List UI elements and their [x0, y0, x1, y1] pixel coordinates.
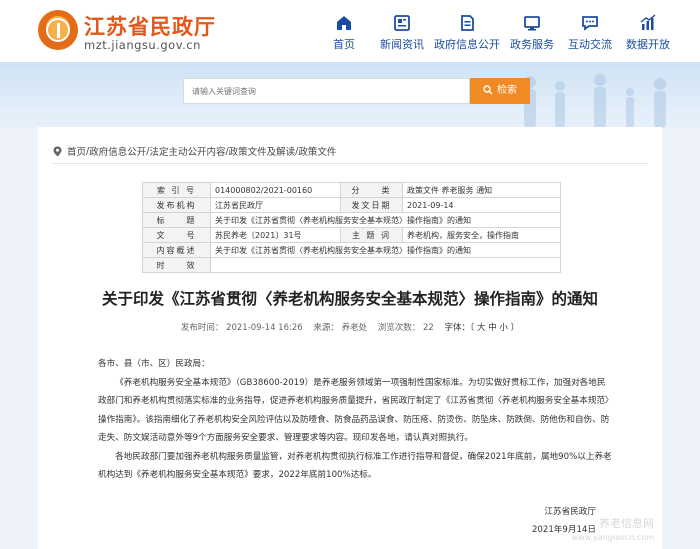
- meta-label: 分 类: [340, 182, 403, 198]
- meta-value-keywords: 养老机构，服务安全，操作指南: [402, 227, 561, 243]
- meta-label: 文 号: [142, 227, 211, 243]
- table-row: 标 题 关于印发《江苏省贯彻〈养老机构服务安全基本规范〉操作指南》的通知: [142, 212, 561, 228]
- article-paragraph: 各地民政部门要加强养老机构服务质量监管，对养老机构贯彻执行标准工作进行指导和督促…: [98, 451, 612, 481]
- nav-item-open-data[interactable]: 数据开放: [619, 14, 677, 52]
- signature-org: 江苏省民政厅: [544, 507, 596, 517]
- search-icon: [483, 85, 493, 95]
- meta-value-docno: 苏民养老〔2021〕31号: [210, 227, 341, 243]
- meta-label: 索 引 号: [142, 182, 211, 198]
- home-icon: [337, 16, 351, 30]
- site-title[interactable]: 江苏省民政厅: [84, 11, 216, 41]
- table-row: 文 号 苏民养老〔2021〕31号 主 题 词 养老机构，服务安全，操作指南: [142, 227, 561, 243]
- font-size-label: 字体：〔 大 中 小 〕: [444, 323, 520, 333]
- meta-value-summary: 关于印发《江苏省贯彻〈养老机构服务安全基本规范〉操作指南》的通知: [210, 242, 561, 258]
- document-icon: [461, 15, 474, 31]
- document-metadata-table: 索 引 号 014000802/2021-00160 分 类 政策文件 养老服务…: [142, 182, 561, 273]
- nav-item-home[interactable]: 首页: [315, 14, 373, 52]
- breadcrumb-item-home[interactable]: 首页: [67, 144, 86, 158]
- meta-value-index: 014000802/2021-00160: [210, 182, 341, 198]
- nav-item-gov-info[interactable]: 政府信息公开: [431, 14, 503, 52]
- breadcrumb-item-policy-interpretation[interactable]: 政策文件及解读: [229, 144, 296, 158]
- chat-icon: [582, 16, 598, 31]
- meta-label: 时 效: [142, 257, 211, 273]
- breadcrumb-item-statutory[interactable]: 法定主动公开内容: [149, 144, 225, 158]
- article-title: 关于印发《江苏省贯彻〈养老机构服务安全基本规范〉操作指南》的通知: [101, 290, 598, 308]
- site-domain: mzt.jiangsu.gov.cn: [84, 38, 201, 52]
- salutation: 各市、县（市、区）民政局：: [98, 359, 210, 369]
- meta-label: 主 题 词: [340, 227, 403, 243]
- search-input[interactable]: [183, 78, 470, 104]
- main-nav: 首页 新闻资讯 政府信息公开 政务服务 互动交流 数据开放: [315, 14, 677, 52]
- meta-value-validity: [210, 257, 561, 273]
- publish-time: 发布时间： 2021-09-14 16:26: [180, 323, 303, 333]
- nav-item-services[interactable]: 政务服务: [503, 14, 561, 52]
- meta-value-publisher: 江苏省民政厅: [210, 197, 341, 213]
- publish-info: 发布时间： 2021-09-14 16:26 来源： 养老处 浏览次数： 22 …: [38, 321, 662, 333]
- breadcrumb-item-policy-docs[interactable]: 政策文件: [298, 144, 336, 158]
- article-source: 来源： 养老处: [313, 323, 368, 333]
- table-row: 内容概述 关于印发《江苏省贯彻〈养老机构服务安全基本规范〉操作指南》的通知: [142, 242, 561, 258]
- table-row: 发布机构 江苏省民政厅 发文日期 2021-09-14: [142, 197, 561, 213]
- meta-label: 标 题: [142, 212, 211, 228]
- article-body: 各市、县（市、区）民政局： 《养老机构服务安全基本规范》（GB38600-201…: [98, 355, 614, 485]
- content-card: 首页 / 政府信息公开 / 法定主动公开内容 / 政策文件及解读 / 政策文件 …: [38, 127, 662, 549]
- meta-value-category: 政策文件 养老服务 通知: [402, 182, 561, 198]
- nav-item-news[interactable]: 新闻资讯: [373, 14, 431, 52]
- monitor-icon: [524, 16, 540, 31]
- meta-value-title: 关于印发《江苏省贯彻〈养老机构服务安全基本规范〉操作指南》的通知: [210, 212, 561, 228]
- meta-value-date: 2021-09-14: [402, 197, 561, 213]
- logo-icon[interactable]: [38, 10, 78, 50]
- search-button[interactable]: 检索: [470, 78, 530, 104]
- breadcrumb-divider: [52, 163, 648, 164]
- nav-item-interaction[interactable]: 互动交流: [561, 14, 619, 52]
- meta-label: 发文日期: [340, 197, 403, 213]
- watermark: 养老信息网 www.yanglaocn.com: [571, 517, 654, 542]
- article-paragraph: 《养老机构服务安全基本规范》（GB38600-2019）是养老服务领域第一项强制…: [98, 377, 614, 444]
- chart-icon: [640, 14, 656, 30]
- news-icon: [394, 15, 410, 31]
- view-count: 浏览次数： 22: [377, 323, 434, 333]
- meta-label: 发布机构: [142, 197, 211, 213]
- table-row: 索 引 号 014000802/2021-00160 分 类 政策文件 养老服务…: [142, 182, 561, 198]
- breadcrumb-item-gov-info[interactable]: 政府信息公开: [89, 144, 146, 158]
- site-header: 江苏省民政厅 mzt.jiangsu.gov.cn 首页 新闻资讯 政府信息公开…: [0, 0, 700, 62]
- table-row: 时 效: [142, 257, 561, 273]
- meta-label: 内容概述: [142, 242, 211, 258]
- breadcrumb: 首页 / 政府信息公开 / 法定主动公开内容 / 政策文件及解读 / 政策文件: [52, 144, 336, 158]
- location-pin-icon: [53, 146, 62, 156]
- font-size-switcher[interactable]: 〔 大 中 小 〕: [470, 323, 519, 333]
